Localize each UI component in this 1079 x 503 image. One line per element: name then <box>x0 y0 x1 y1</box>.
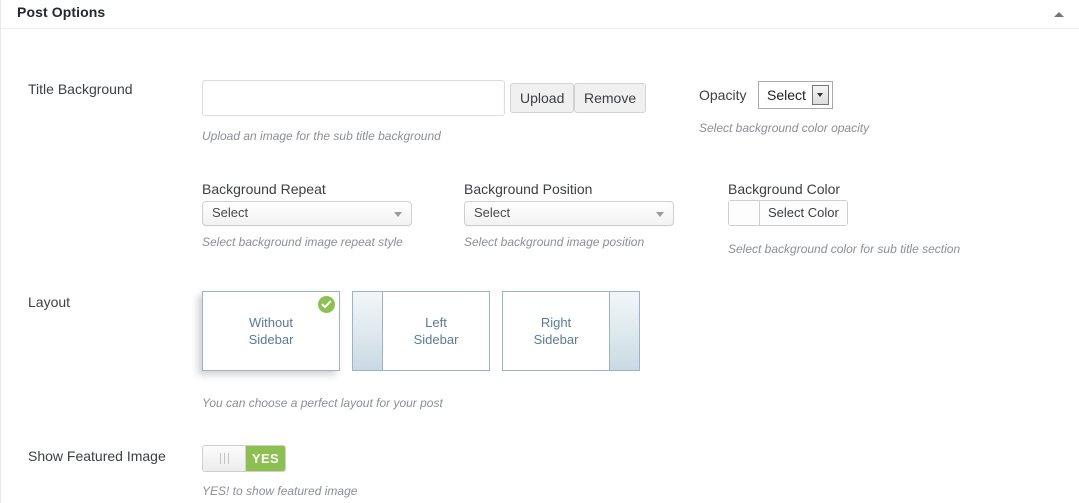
layout-label-line2: Sidebar <box>533 332 579 347</box>
panel-header: Post Options <box>1 0 1079 29</box>
grip-icon <box>219 453 229 464</box>
color-swatch[interactable] <box>729 201 760 225</box>
chevron-down-icon <box>811 85 829 105</box>
help-background-repeat: Select background image repeat style <box>202 235 403 249</box>
layout-label-line2: Sidebar <box>413 332 459 347</box>
help-background-color: Select background color for sub title se… <box>728 242 961 256</box>
title-background-input[interactable] <box>202 80 505 116</box>
help-show-featured-image: YES! to show featured image <box>202 484 358 498</box>
help-layout: You can choose a perfect layout for your… <box>202 396 443 410</box>
background-color-label: Background Color <box>728 181 841 197</box>
background-position-value: Select <box>474 205 511 220</box>
background-position-label: Background Position <box>464 181 593 197</box>
layout-sidebar-preview <box>609 292 639 370</box>
layout-label-line1: Without <box>248 315 294 330</box>
remove-button[interactable]: Remove <box>574 83 647 113</box>
layout-option-label: Right Sidebar <box>503 292 609 370</box>
help-title-background: Upload an image for the sub title backgr… <box>202 129 441 143</box>
layout-label-line2: Sidebar <box>248 332 294 347</box>
chevron-down-icon <box>394 212 402 217</box>
upload-button[interactable]: Upload <box>510 83 575 113</box>
post-options-panel: Post Options Title Background Upload Rem… <box>0 0 1079 503</box>
help-opacity: Select background color opacity <box>699 121 870 135</box>
show-featured-image-toggle[interactable]: YES <box>202 445 286 472</box>
layout-label-line1: Left <box>425 315 447 330</box>
chevron-down-icon <box>656 212 664 217</box>
row-label-title-background: Title Background <box>28 81 133 97</box>
background-position-select[interactable]: Select <box>464 201 674 226</box>
help-background-position: Select background image position <box>464 235 645 249</box>
layout-option-left-sidebar[interactable]: Left Sidebar <box>352 291 490 371</box>
layout-label-line1: Right <box>540 315 572 330</box>
toggle-state-label: YES <box>246 446 285 471</box>
check-circle-icon <box>318 296 335 313</box>
layout-option-without-sidebar[interactable]: Without Sidebar <box>202 291 340 371</box>
opacity-select-value: Select <box>767 87 806 103</box>
toggle-handle[interactable] <box>203 446 246 471</box>
background-repeat-value: Select <box>212 205 249 220</box>
row-label-layout: Layout <box>28 294 71 310</box>
background-repeat-select[interactable]: Select <box>202 201 412 226</box>
row-label-show-featured-image: Show Featured Image <box>28 448 166 464</box>
opacity-label: Opacity <box>699 87 747 103</box>
caret-up-glyph <box>1054 12 1064 17</box>
layout-option-right-sidebar[interactable]: Right Sidebar <box>502 291 640 371</box>
layout-option-label: Left Sidebar <box>383 292 489 370</box>
background-repeat-label: Background Repeat <box>202 181 326 197</box>
panel-body: Title Background Upload Remove Upload an… <box>1 29 1079 502</box>
select-color-button[interactable]: Select Color <box>760 201 847 225</box>
caret-up-icon[interactable] <box>1052 8 1068 22</box>
page-title: Post Options <box>17 4 106 20</box>
layout-sidebar-preview <box>353 292 383 370</box>
opacity-select[interactable]: Select <box>758 81 833 109</box>
background-color-picker[interactable]: Select Color <box>728 200 848 226</box>
layout-options: Without Sidebar Left Sidebar Right Sideb… <box>202 291 652 371</box>
